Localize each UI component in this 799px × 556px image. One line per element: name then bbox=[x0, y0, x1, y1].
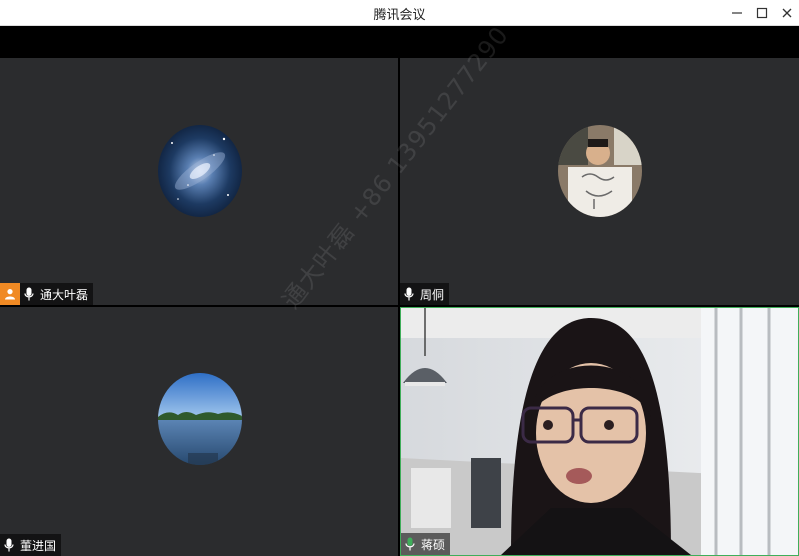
maximize-button[interactable] bbox=[751, 3, 773, 23]
avatar bbox=[158, 125, 242, 217]
host-badge bbox=[0, 283, 20, 305]
minimize-icon bbox=[732, 12, 742, 14]
close-icon bbox=[782, 8, 792, 18]
mic-status bbox=[0, 534, 18, 556]
participant-tile-active-speaker[interactable]: 蒋硕 bbox=[400, 307, 799, 556]
participant-video bbox=[401, 308, 798, 555]
mic-status bbox=[401, 533, 419, 555]
user-icon bbox=[5, 289, 15, 300]
mic-status bbox=[20, 283, 38, 305]
participant-name-bar: 蒋硕 bbox=[401, 533, 451, 555]
window-title: 腾讯会议 bbox=[373, 8, 426, 23]
participant-name: 董进国 bbox=[20, 538, 57, 553]
close-button[interactable] bbox=[776, 3, 798, 23]
mic-status bbox=[400, 283, 418, 305]
participant-name-bar: 周侗 bbox=[400, 283, 450, 305]
title-bar: 腾讯会议 bbox=[0, 0, 799, 26]
mic-icon bbox=[24, 287, 34, 301]
avatar bbox=[558, 125, 642, 217]
minimize-button[interactable] bbox=[726, 3, 748, 23]
mic-speaking-icon bbox=[405, 537, 415, 551]
participant-name: 通大叶磊 bbox=[40, 287, 89, 302]
person-avatar-image bbox=[558, 125, 642, 217]
galaxy-avatar-image bbox=[158, 125, 242, 217]
video-grid: 通大叶磊 周侗 董进国 蒋硕 bbox=[0, 21, 799, 556]
mic-icon bbox=[404, 287, 414, 301]
maximize-icon bbox=[756, 7, 768, 19]
lake-avatar-image bbox=[158, 373, 242, 465]
mic-icon bbox=[4, 538, 14, 552]
participant-name-bar: 董进国 bbox=[0, 534, 62, 556]
participant-tile[interactable]: 通大叶磊 bbox=[0, 58, 398, 305]
top-toolbar bbox=[0, 26, 799, 58]
participant-name: 周侗 bbox=[420, 287, 445, 302]
participant-tile[interactable]: 董进国 bbox=[0, 307, 398, 556]
avatar bbox=[158, 373, 242, 465]
participant-name-bar: 通大叶磊 bbox=[0, 283, 94, 305]
participant-name: 蒋硕 bbox=[421, 537, 446, 552]
participant-tile[interactable]: 周侗 bbox=[400, 58, 799, 305]
